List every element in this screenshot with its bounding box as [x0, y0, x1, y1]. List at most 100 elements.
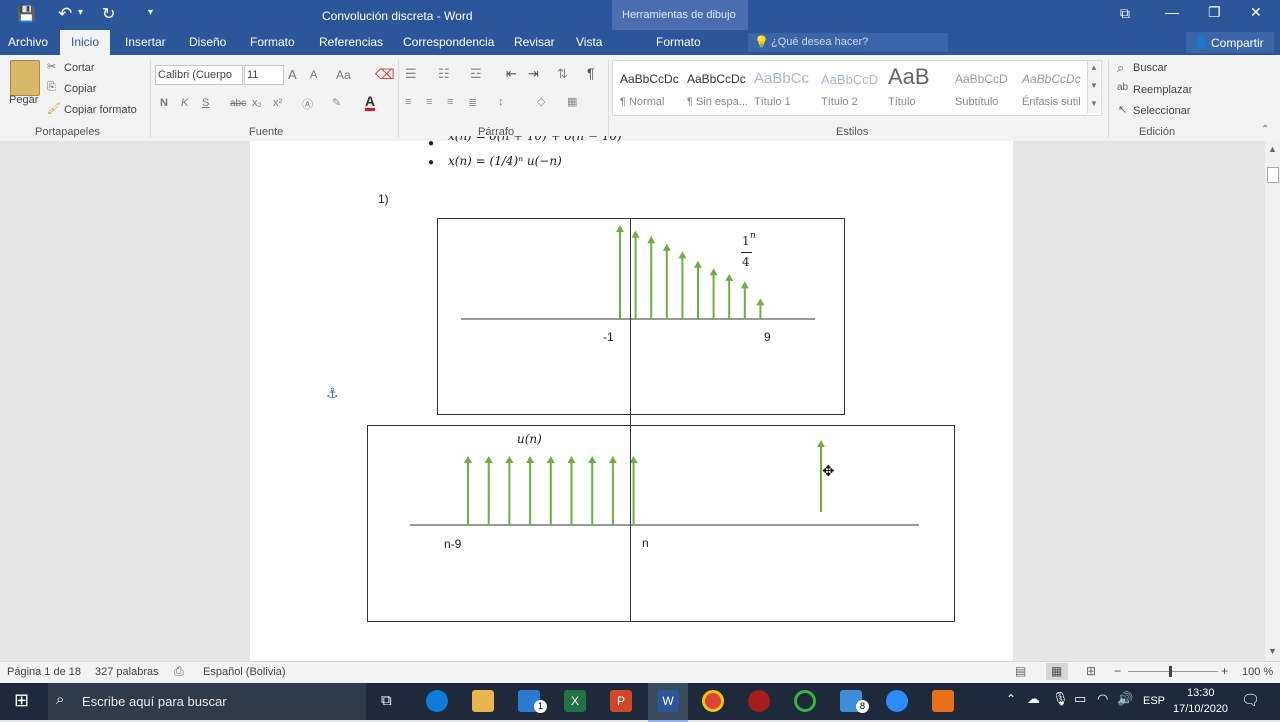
- tab-layout[interactable]: Formato: [250, 30, 295, 55]
- share-button[interactable]: 👤 Compartir: [1186, 32, 1274, 53]
- volume-icon[interactable]: 🔊: [1117, 691, 1133, 707]
- copy-button[interactable]: Copiar: [64, 83, 96, 95]
- clock-time[interactable]: 13:30: [1187, 687, 1215, 699]
- maximize-button[interactable]: ❐: [1208, 4, 1221, 21]
- print-layout-button[interactable]: ▦: [1046, 663, 1068, 680]
- notifications-icon[interactable]: 🗨: [1241, 691, 1260, 709]
- style-normal[interactable]: AaBbCcDc ¶ Normal: [616, 66, 680, 110]
- tab-design[interactable]: Diseño: [189, 30, 226, 55]
- style-no-spacing[interactable]: AaBbCcDc ¶ Sin espa...: [683, 66, 748, 110]
- battery-icon[interactable]: ▭: [1074, 691, 1086, 707]
- powerpoint-icon[interactable]: P: [610, 690, 632, 712]
- word-count[interactable]: 327 palabras: [95, 666, 159, 678]
- matlab-icon[interactable]: [932, 690, 954, 712]
- input-language[interactable]: ESP: [1143, 695, 1165, 707]
- tab-mailings[interactable]: Correspondencia: [403, 30, 494, 55]
- collapse-ribbon-icon[interactable]: ⌃: [1261, 124, 1269, 135]
- proofing-icon[interactable]: ⎙: [174, 664, 184, 679]
- format-painter-button[interactable]: Copiar formato: [64, 104, 137, 116]
- shading-icon[interactable]: ◇: [537, 95, 545, 108]
- style-subtle-emphasis[interactable]: AaBbCcDc Énfasis sutil: [1018, 66, 1082, 110]
- style-title[interactable]: AaB Título: [884, 64, 948, 110]
- brush-icon[interactable]: 🖌: [47, 102, 61, 115]
- clock-date[interactable]: 17/10/2020: [1173, 703, 1228, 715]
- italic-button[interactable]: K: [181, 97, 188, 109]
- style-subtitle[interactable]: AaBbCcD Subtítulo: [951, 66, 1015, 110]
- select-button[interactable]: Seleccionar: [1133, 105, 1190, 117]
- align-right-icon[interactable]: ≡: [447, 96, 453, 108]
- styles-scroll[interactable]: ▲ ▼ ▼: [1087, 61, 1100, 113]
- clipboard-icon[interactable]: [10, 60, 40, 96]
- highlight-icon[interactable]: ✎: [332, 96, 341, 109]
- show-hidden-icons[interactable]: ⌃: [1006, 692, 1016, 706]
- zoom-level[interactable]: 100 %: [1242, 666, 1273, 678]
- microphone-icon[interactable]: 🎙: [1052, 691, 1069, 707]
- show-marks-icon[interactable]: ¶: [587, 65, 595, 81]
- style-heading-1[interactable]: AaBbCc Título 1: [750, 66, 814, 110]
- line-spacing-icon[interactable]: ↕: [498, 96, 504, 108]
- minimize-button[interactable]: —: [1165, 4, 1179, 20]
- font-name-box[interactable]: Calibri (Cuerpo: [155, 65, 243, 85]
- excel-icon[interactable]: X: [564, 690, 586, 712]
- page-count[interactable]: Página 1 de 18: [7, 666, 81, 678]
- align-center-icon[interactable]: ≡: [426, 96, 432, 108]
- subscript-button[interactable]: x₂: [252, 97, 262, 109]
- language-status[interactable]: Español (Bolivia): [203, 666, 286, 678]
- bullets-icon[interactable]: ☰: [405, 66, 417, 82]
- paste-button[interactable]: Pegar: [9, 94, 38, 106]
- copy-icon[interactable]: ⎘: [47, 81, 56, 94]
- vertical-axis-line[interactable]: [630, 218, 631, 621]
- file-explorer-icon[interactable]: [472, 690, 494, 712]
- clear-format-icon[interactable]: ⌫: [375, 66, 395, 83]
- change-case-button[interactable]: Aa: [336, 68, 351, 82]
- justify-icon[interactable]: ≣: [468, 96, 477, 109]
- shrink-font-button[interactable]: A: [310, 69, 317, 81]
- tab-view[interactable]: Vista: [576, 30, 602, 55]
- task-view-icon[interactable]: ⧉: [381, 692, 392, 709]
- chrome-icon[interactable]: [702, 690, 724, 712]
- customize-qat-icon[interactable]: ▾: [148, 7, 153, 18]
- zoom-app-icon[interactable]: [886, 690, 908, 712]
- zoom-slider-track[interactable]: [1128, 671, 1218, 672]
- read-mode-icon[interactable]: ▤: [1015, 664, 1026, 678]
- chevron-down-icon[interactable]: ▼: [1090, 81, 1098, 90]
- zoom-slider-thumb[interactable]: [1169, 666, 1172, 677]
- superscript-button[interactable]: x²: [273, 97, 282, 109]
- close-button[interactable]: ✕: [1250, 4, 1262, 21]
- tab-review[interactable]: Revisar: [514, 30, 555, 55]
- increase-indent-icon[interactable]: ⇥: [528, 66, 539, 82]
- tab-insert[interactable]: Insertar: [125, 30, 166, 55]
- scroll-up-icon[interactable]: ▲: [1268, 144, 1277, 154]
- anchor-icon[interactable]: ⚓: [326, 385, 339, 402]
- app-red-icon[interactable]: [748, 690, 770, 712]
- scroll-thumb[interactable]: [1267, 167, 1279, 183]
- onedrive-icon[interactable]: ☁: [1027, 691, 1040, 707]
- align-left-icon[interactable]: ≡: [405, 96, 411, 108]
- cut-button[interactable]: Cortar: [64, 62, 95, 74]
- text-effects-icon[interactable]: Ⓐ: [302, 96, 313, 112]
- font-size-box[interactable]: 11: [244, 65, 284, 85]
- borders-icon[interactable]: ▦: [567, 95, 577, 108]
- chevron-up-icon[interactable]: ▲: [1090, 63, 1098, 72]
- taskbar-search-box[interactable]: ⌕ Escribe aquí para buscar: [48, 683, 366, 720]
- save-icon[interactable]: 💾: [17, 5, 36, 23]
- scroll-down-icon[interactable]: ▼: [1268, 646, 1277, 656]
- wifi-icon[interactable]: ◠: [1097, 691, 1108, 707]
- undo-icon[interactable]: ↶: [58, 4, 72, 24]
- bold-button[interactable]: N: [160, 97, 168, 109]
- strikethrough-button[interactable]: abc: [230, 98, 246, 109]
- windows-start-icon[interactable]: ⊞: [14, 690, 29, 711]
- select-cursor-icon[interactable]: ↖: [1118, 103, 1127, 116]
- replace-icon[interactable]: ab: [1117, 82, 1128, 93]
- sort-icon[interactable]: ⇅: [557, 66, 568, 82]
- undo-dropdown-icon[interactable]: ▾: [78, 7, 83, 18]
- multilevel-list-icon[interactable]: ☲: [470, 66, 482, 82]
- app-green-icon[interactable]: [794, 690, 816, 712]
- replace-button[interactable]: Reemplazar: [1133, 84, 1192, 96]
- zoom-in-icon[interactable]: +: [1221, 664, 1228, 678]
- tell-me-box[interactable]: 💡 ¿Qué desea hacer?: [748, 33, 948, 52]
- underline-button[interactable]: S: [202, 97, 209, 109]
- scissors-icon[interactable]: ✂: [47, 60, 56, 73]
- tab-home[interactable]: Inicio: [60, 30, 111, 55]
- find-button[interactable]: Buscar: [1133, 62, 1167, 74]
